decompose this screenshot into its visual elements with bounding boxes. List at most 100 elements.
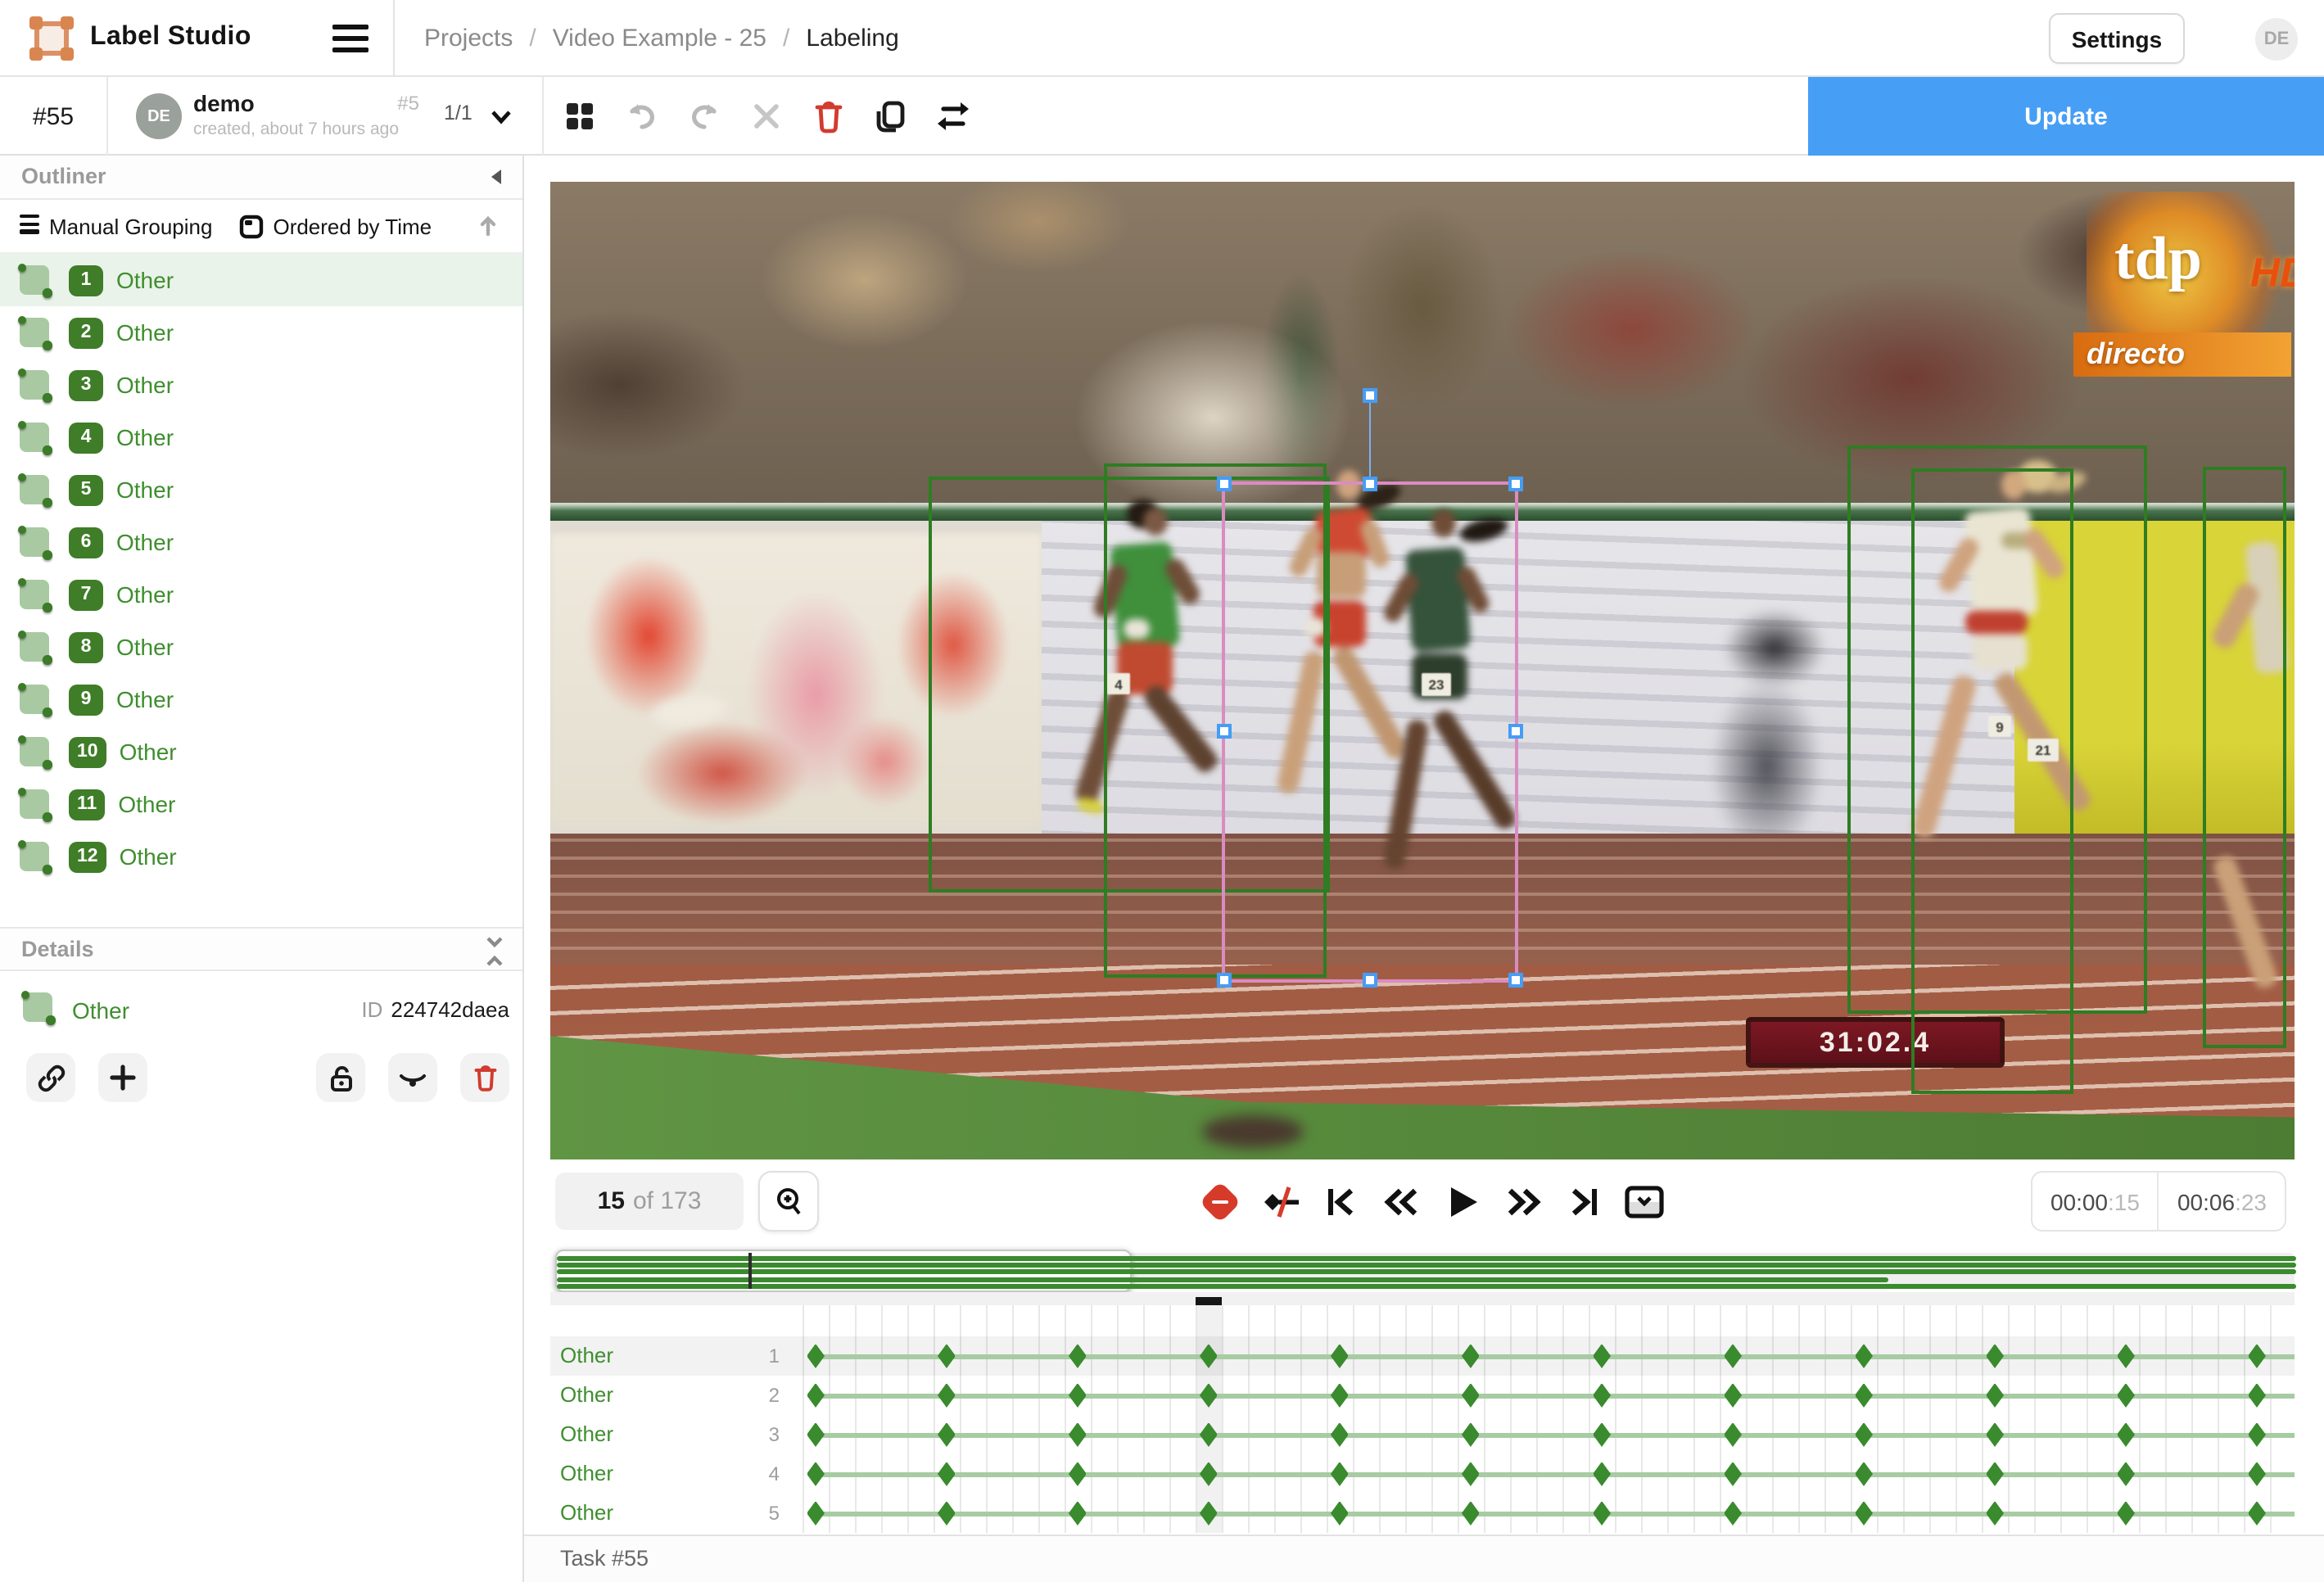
region-row[interactable]: 10 Other [0, 725, 522, 778]
region-row[interactable]: 6 Other [0, 516, 522, 568]
keyframe-diamond[interactable] [1330, 1462, 1349, 1486]
track-label[interactable]: Other [560, 1382, 613, 1407]
keyframe-diamond[interactable] [2117, 1501, 2135, 1526]
keyframe-diamond[interactable] [807, 1462, 825, 1486]
label-studio-logo-icon[interactable] [29, 16, 74, 61]
region-row[interactable]: 7 Other [0, 568, 522, 621]
add-icon[interactable] [98, 1053, 147, 1102]
update-button[interactable]: Update [1808, 77, 2324, 156]
duplicate-icon[interactable] [871, 97, 911, 136]
keyframe-diamond[interactable] [1986, 1383, 2005, 1408]
annotation-selector[interactable]: DE demo #5 created, about 7 hours ago 1/… [108, 77, 544, 156]
timeline-grid[interactable]: Other 1 Other 2 Other 3 Other 4 Other 5 [550, 1305, 2295, 1533]
keyframe-diamond[interactable] [2117, 1383, 2135, 1408]
frame-counter[interactable]: 15 of 173 [555, 1173, 744, 1230]
keyframe-diamond[interactable] [1461, 1344, 1480, 1368]
lock-icon[interactable] [316, 1053, 365, 1102]
keyframe-diamond[interactable] [1461, 1383, 1480, 1408]
keyframe-diamond[interactable] [1986, 1344, 2005, 1368]
keyframe-diamond[interactable] [2248, 1462, 2266, 1486]
region-bbox[interactable] [2203, 467, 2286, 1048]
keyframe-diamond[interactable] [1068, 1344, 1087, 1368]
keyframe-diamond[interactable] [2248, 1501, 2266, 1526]
keyframe-diamond[interactable] [1724, 1501, 1743, 1526]
breadcrumb-project-name[interactable]: Video Example - 25 [553, 25, 766, 52]
keyframe-diamond[interactable] [1068, 1383, 1087, 1408]
keyframe-diamond[interactable] [807, 1383, 825, 1408]
region-row[interactable]: 9 Other [0, 673, 522, 725]
keyframe-diamond[interactable] [1855, 1383, 1874, 1408]
keyframe-diamond[interactable] [1068, 1422, 1087, 1447]
track-label[interactable]: Other [560, 1422, 613, 1446]
keyframe-diamond[interactable] [937, 1501, 956, 1526]
keyframe-diamond[interactable] [807, 1344, 825, 1368]
delete-icon[interactable] [809, 97, 848, 136]
resize-handle[interactable] [1508, 973, 1523, 988]
keyframe-diamond[interactable] [937, 1383, 956, 1408]
user-avatar[interactable]: DE [2255, 18, 2298, 61]
rewind-icon[interactable] [1381, 1181, 1423, 1223]
keyframe-diamond[interactable] [2248, 1422, 2266, 1447]
keyframe-diamond[interactable] [2248, 1383, 2266, 1408]
keyframe-remove-icon[interactable] [1199, 1181, 1241, 1223]
keyframe-diamond[interactable] [1986, 1422, 2005, 1447]
details-region-row[interactable]: Other ID 224742daea [0, 971, 522, 1046]
keyframe-diamond[interactable] [2248, 1344, 2266, 1368]
timeline-track-row[interactable]: Other 4 [550, 1454, 2295, 1494]
keyframe-diamond[interactable] [1724, 1383, 1743, 1408]
keyframe-diamond[interactable] [937, 1422, 956, 1447]
chevron-down-icon[interactable] [488, 103, 514, 129]
grid-view-icon[interactable] [560, 97, 599, 136]
keyframe-diamond[interactable] [1986, 1462, 2005, 1486]
play-icon[interactable] [1441, 1181, 1484, 1223]
keyframe-diamond[interactable] [2117, 1344, 2135, 1368]
zoom-in-icon[interactable] [758, 1171, 819, 1232]
track-label[interactable]: Other [560, 1343, 613, 1367]
keyframe-diamond[interactable] [807, 1501, 825, 1526]
keyframe-diamond[interactable] [1199, 1383, 1218, 1408]
interpolation-toggle-icon[interactable] [1259, 1181, 1302, 1223]
resize-handle[interactable] [1362, 477, 1377, 491]
track-label[interactable]: Other [560, 1500, 613, 1525]
timeline-track-row[interactable]: Other 2 [550, 1376, 2295, 1415]
resize-handle[interactable] [1217, 724, 1232, 739]
keyframe-diamond[interactable] [937, 1462, 956, 1486]
resize-handle[interactable] [1508, 477, 1523, 491]
keyframe-diamond[interactable] [1330, 1383, 1349, 1408]
selected-bbox[interactable] [1217, 388, 1523, 988]
region-row[interactable]: 1 Other [0, 254, 522, 306]
keyframe-diamond[interactable] [1855, 1501, 1874, 1526]
settings-button[interactable]: Settings [2049, 13, 2185, 64]
keyframe-diamond[interactable] [1593, 1383, 1612, 1408]
keyframe-diamond[interactable] [1855, 1344, 1874, 1368]
keyframe-diamond[interactable] [1330, 1422, 1349, 1447]
keyframe-diamond[interactable] [1593, 1501, 1612, 1526]
playhead-tick[interactable] [1195, 1297, 1222, 1305]
collapse-timeline-icon[interactable] [1623, 1181, 1666, 1223]
keyframe-diamond[interactable] [1461, 1501, 1480, 1526]
keyframe-diamond[interactable] [1724, 1344, 1743, 1368]
keyframe-diamond[interactable] [1068, 1501, 1087, 1526]
region-row[interactable]: 8 Other [0, 621, 522, 673]
resize-handle[interactable] [1217, 477, 1232, 491]
timeline-track-row[interactable]: Other 1 [550, 1336, 2295, 1376]
keyframe-diamond[interactable] [1593, 1344, 1612, 1368]
delete-icon[interactable] [460, 1053, 509, 1102]
region-row[interactable]: 11 Other [0, 778, 522, 830]
ordering-selector[interactable]: Ordered by Time [238, 214, 432, 238]
keyframe-diamond[interactable] [1199, 1344, 1218, 1368]
timeline-minimap[interactable] [555, 1250, 2296, 1292]
keyframe-diamond[interactable] [1855, 1462, 1874, 1486]
keyframe-diamond[interactable] [1986, 1501, 2005, 1526]
keyframe-diamond[interactable] [1461, 1462, 1480, 1486]
keyframe-diamond[interactable] [1199, 1462, 1218, 1486]
keyframe-diamond[interactable] [1330, 1501, 1349, 1526]
region-row[interactable]: 2 Other [0, 306, 522, 359]
keyframe-diamond[interactable] [2117, 1462, 2135, 1486]
fast-forward-icon[interactable] [1502, 1181, 1544, 1223]
undo-icon[interactable] [622, 97, 662, 136]
resize-handle[interactable] [1217, 973, 1232, 988]
keyframe-diamond[interactable] [1724, 1462, 1743, 1486]
region-bbox[interactable] [1911, 468, 2073, 1094]
track-label[interactable]: Other [560, 1461, 613, 1485]
